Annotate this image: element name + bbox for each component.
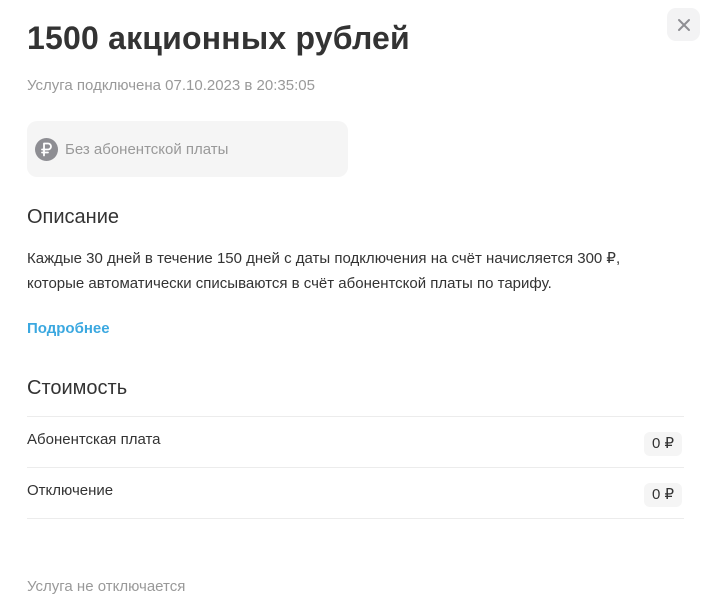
- cost-heading: Стоимость: [27, 377, 128, 399]
- price-badge: 0 ₽: [643, 432, 682, 456]
- cost-table: Абонентская плата 0 ₽ Отключение 0 ₽: [27, 416, 684, 519]
- price-badge: 0 ₽: [643, 483, 682, 507]
- fee-label: Без абонентской платы: [65, 140, 229, 158]
- cost-row-label: Абонентская плата: [27, 431, 161, 448]
- activation-date: Услуга подключена 07.10.2023 в 20:35:05: [27, 77, 315, 94]
- fee-card: Без абонентской платы: [27, 121, 348, 177]
- cost-row-disconnection: Отключение 0 ₽: [27, 467, 684, 519]
- cost-row-subscription-fee: Абонентская плата 0 ₽: [27, 416, 684, 467]
- description-text: Каждые 30 дней в течение 150 дней с даты…: [27, 250, 621, 292]
- service-details-panel: 1500 акционных рублей Услуга подключена …: [0, 0, 710, 611]
- ruble-icon: [35, 137, 58, 161]
- close-button[interactable]: [667, 8, 700, 41]
- description-heading: Описание: [27, 206, 120, 228]
- disconnect-note: Услуга не отключается: [27, 578, 186, 595]
- close-icon: [677, 18, 691, 32]
- more-details-link[interactable]: Подробнее: [27, 320, 110, 338]
- cost-row-label: Отключение: [27, 482, 114, 499]
- page-title: 1500 акционных рублей: [27, 20, 410, 56]
